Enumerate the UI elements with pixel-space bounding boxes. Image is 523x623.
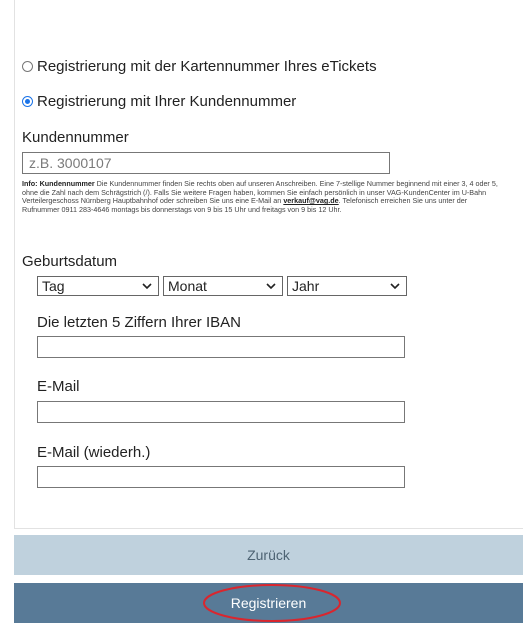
radio-checked-icon[interactable] bbox=[22, 96, 33, 107]
iban-input[interactable] bbox=[37, 336, 405, 358]
chevron-down-icon bbox=[266, 283, 276, 290]
birthdate-label: Geburtsdatum bbox=[22, 253, 118, 270]
radio-unchecked-icon[interactable] bbox=[22, 61, 33, 72]
chevron-down-icon bbox=[142, 283, 152, 290]
birthdate-month-value: Monat bbox=[168, 278, 207, 294]
birthdate-month-select[interactable]: Monat bbox=[163, 276, 283, 296]
iban-label: Die letzten 5 Ziffern Ihrer IBAN bbox=[37, 314, 241, 331]
birthdate-year-select[interactable]: Jahr bbox=[287, 276, 407, 296]
customer-number-label: Kundennummer bbox=[22, 129, 129, 146]
register-button[interactable]: Registrieren bbox=[14, 583, 523, 623]
customer-number-info: Info: Kundennummer Die Kundennummer find… bbox=[22, 179, 502, 214]
radio-option-customer-number-label: Registrierung mit Ihrer Kundennummer bbox=[37, 93, 297, 110]
radio-option-card-number-label: Registrierung mit der Kartennummer Ihres… bbox=[37, 58, 377, 75]
chevron-down-icon bbox=[390, 283, 400, 290]
email-repeat-input[interactable] bbox=[37, 466, 405, 488]
birthdate-day-select[interactable]: Tag bbox=[37, 276, 159, 296]
email-repeat-label: E-Mail (wiederh.) bbox=[37, 444, 151, 461]
email-input[interactable] bbox=[37, 401, 405, 423]
birthdate-day-value: Tag bbox=[42, 278, 65, 294]
radio-option-card-number[interactable]: Registrierung mit der Kartennummer Ihres… bbox=[22, 58, 377, 75]
email-label: E-Mail bbox=[37, 378, 80, 395]
customer-number-input[interactable] bbox=[22, 152, 390, 174]
back-button[interactable]: Zurück bbox=[14, 535, 523, 575]
radio-option-customer-number[interactable]: Registrierung mit Ihrer Kundennummer bbox=[22, 93, 296, 110]
birthdate-year-value: Jahr bbox=[292, 278, 320, 294]
